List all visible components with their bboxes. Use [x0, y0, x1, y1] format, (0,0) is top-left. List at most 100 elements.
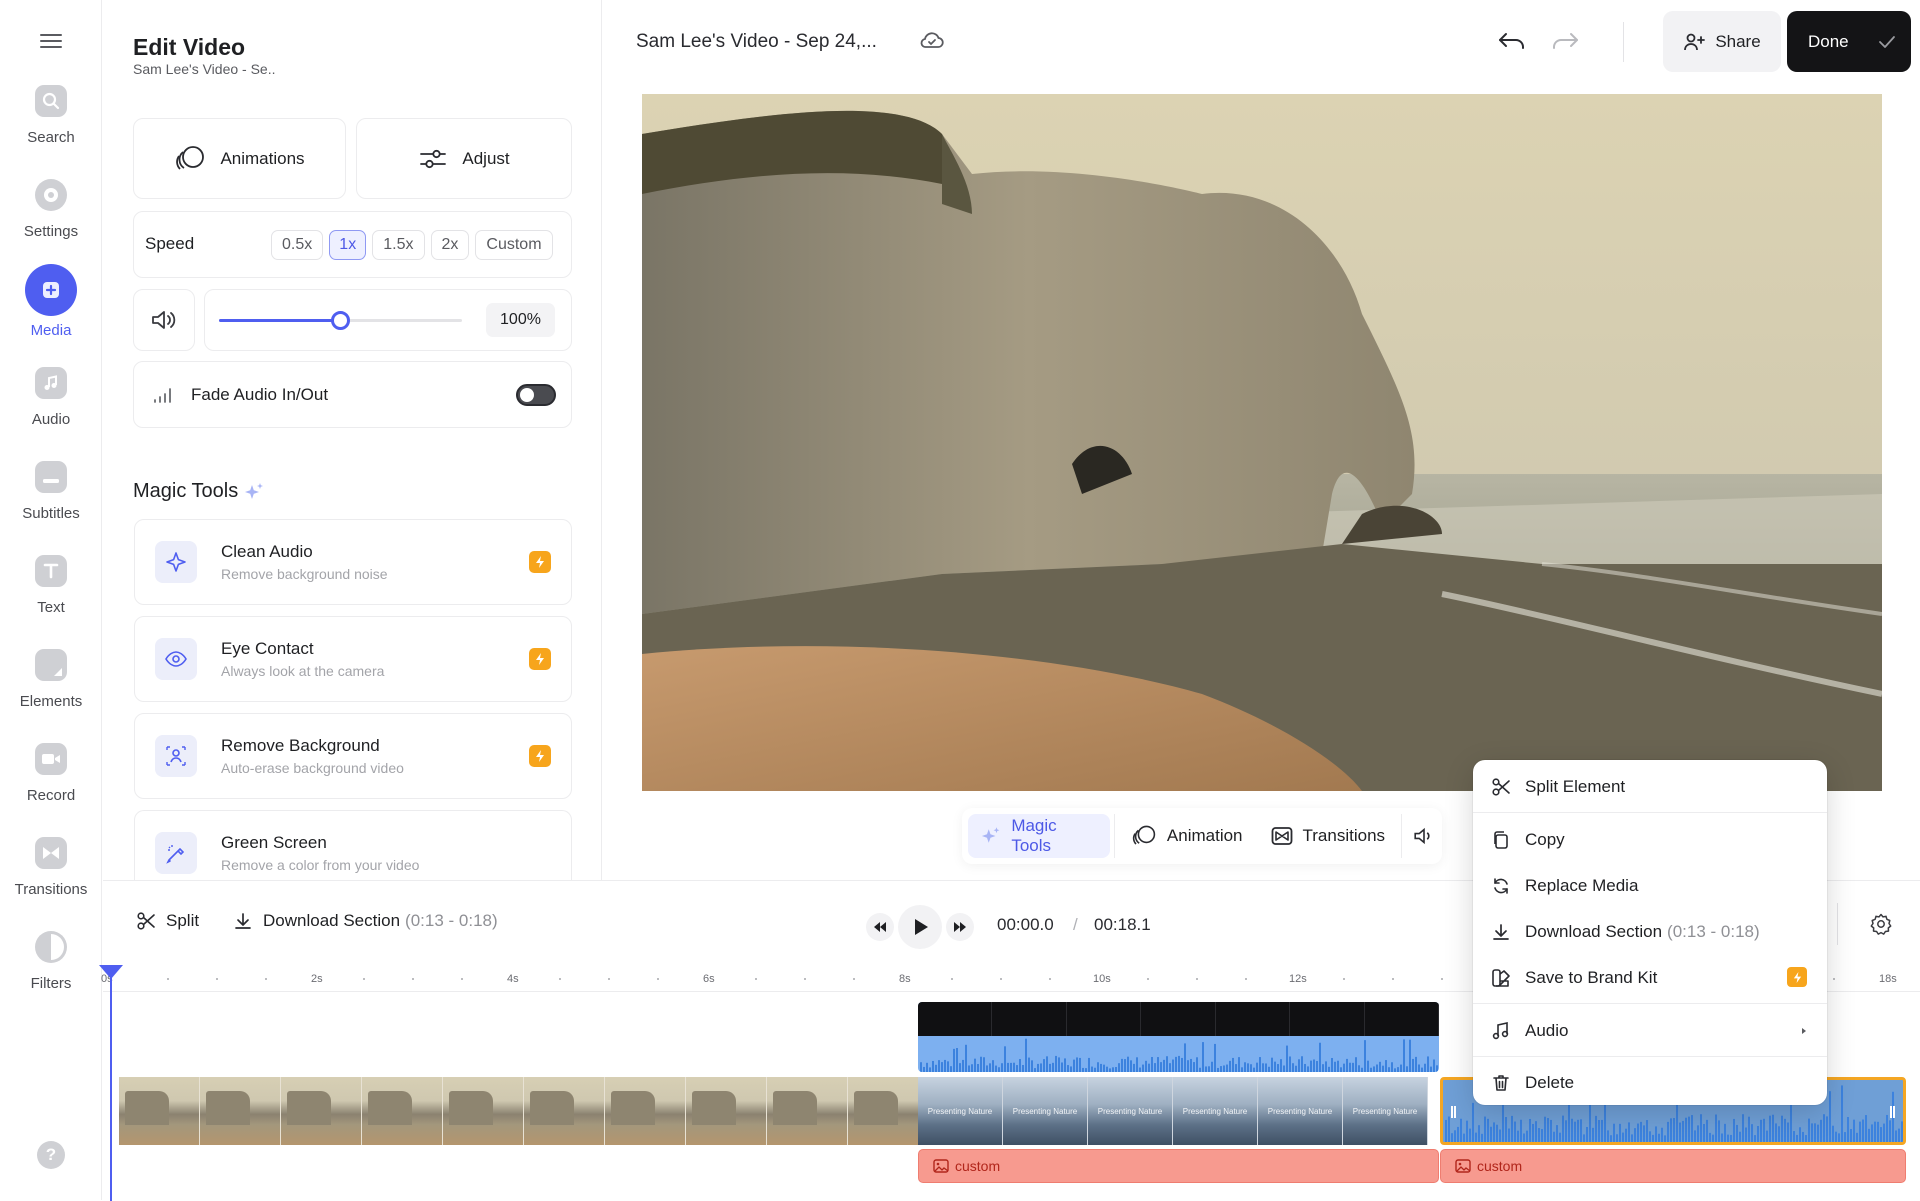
done-button[interactable]: Done [1787, 11, 1911, 72]
rail-item-label: Elements [19, 693, 83, 710]
waveform-bar [1832, 1125, 1834, 1142]
magic-tool-remove-background[interactable]: Remove Background Auto-erase background … [134, 713, 572, 799]
rail-item-audio[interactable]: Audio [0, 367, 102, 447]
waveform-bar [1655, 1126, 1657, 1142]
refresh-icon [1494, 878, 1508, 894]
waveform-bar [1658, 1133, 1660, 1142]
toggle-knob [520, 388, 534, 402]
waveform-bar [1484, 1116, 1486, 1142]
tab-magic-tools[interactable]: Magic Tools [968, 814, 1110, 858]
adjust-label[interactable]: Adjust [462, 149, 509, 169]
overlay-clip[interactable] [918, 1002, 1439, 1072]
waveform-bar [1682, 1120, 1684, 1142]
waveform-bar [1028, 1057, 1030, 1072]
volume-slider-handle[interactable] [330, 311, 350, 330]
rail-item-label: Transitions [14, 881, 88, 898]
waveform-bar [1592, 1127, 1594, 1142]
main-clip-cliffs[interactable] [119, 1077, 919, 1145]
gear-icon[interactable] [1869, 912, 1893, 936]
rail-item-record[interactable]: Record [0, 743, 102, 823]
trim-handle-right[interactable] [1890, 1106, 1895, 1118]
speed-option-0-5x[interactable]: 0.5x [271, 230, 324, 260]
download-section-button[interactable]: Download Section (0:13 - 0:18) [233, 911, 498, 931]
video-title[interactable]: Sam Lee's Video - Sep 24,... [636, 31, 877, 53]
cloud-sync-icon [920, 32, 944, 48]
trim-handle-left[interactable] [1451, 1106, 1456, 1118]
magic-tool-eye-contact[interactable]: Eye Contact Always look at the camera [134, 616, 572, 702]
tab-transitions[interactable]: Transitions [1259, 814, 1398, 858]
undo-icon[interactable] [1497, 29, 1527, 55]
waveform-bar [1460, 1118, 1462, 1142]
hamburger-menu-icon[interactable] [38, 30, 64, 52]
fast-forward-button[interactable] [946, 913, 974, 941]
rail-item-transitions[interactable]: Transitions [0, 837, 102, 917]
video-preview[interactable] [642, 94, 1882, 791]
redo-icon[interactable] [1550, 29, 1580, 55]
waveform-bar [1127, 1056, 1129, 1072]
waveform-bar [1889, 1120, 1891, 1142]
main-clip-nature[interactable]: Presenting Nature Presenting Nature Presen… [918, 1077, 1439, 1145]
waveform-bar [950, 1066, 952, 1072]
rail-item-text[interactable]: Text [0, 555, 102, 635]
rail-item-filters[interactable]: Filters [0, 931, 102, 1011]
video-tools-bar: Magic Tools Animation Transitions [962, 808, 1442, 864]
speed-option-1x[interactable]: 1x [329, 230, 367, 260]
tick-label: 2s [311, 973, 323, 985]
speed-option-custom[interactable]: Custom [475, 230, 553, 260]
thumbnail-frame [119, 1077, 200, 1145]
waveform-bar [1541, 1129, 1543, 1142]
waveform-bar [1427, 1056, 1429, 1072]
waveform-bar [1472, 1102, 1474, 1142]
toolbar-divider [1113, 814, 1115, 858]
waveform-bar [1757, 1125, 1759, 1142]
rail-item-subtitles[interactable]: Subtitles [0, 461, 102, 541]
rail-item-search[interactable]: Search [0, 85, 102, 165]
menu-item-save-brand-kit[interactable]: Save to Brand Kit [1473, 956, 1827, 1000]
rail-item-settings[interactable]: Settings [0, 179, 102, 259]
waveform-bar [1619, 1123, 1621, 1142]
rail-item-elements[interactable]: Elements [0, 649, 102, 729]
waveform-bar [1835, 1131, 1837, 1142]
rail-item-media[interactable]: Media [0, 264, 102, 344]
menu-item-audio[interactable]: Audio [1473, 1009, 1827, 1053]
playhead-line[interactable] [110, 973, 112, 1201]
frame-cliff [773, 1091, 817, 1125]
waveform-bar [1133, 1063, 1135, 1072]
menu-item-download-section[interactable]: Download Section (0:13 - 0:18) [1473, 910, 1827, 954]
rewind-button[interactable] [866, 913, 894, 941]
ruler-dot [1000, 978, 1002, 980]
menu-item-copy[interactable]: Copy [1473, 818, 1827, 862]
speed-option-2x[interactable]: 2x [430, 230, 470, 260]
waveform-bar [1880, 1127, 1882, 1142]
waveform-bar [1112, 1067, 1114, 1072]
help-button[interactable]: ? [37, 1141, 65, 1169]
share-button[interactable]: Share [1663, 11, 1781, 72]
waveform-bar [923, 1066, 925, 1072]
fade-audio-toggle[interactable] [516, 384, 556, 406]
menu-item-replace-media[interactable]: Replace Media [1473, 864, 1827, 908]
menu-item-label: Delete [1525, 1073, 1575, 1092]
menu-item-delete[interactable]: Delete [1473, 1061, 1827, 1105]
magic-tool-clean-audio[interactable]: Clean Audio Remove background noise [134, 519, 572, 605]
play-button[interactable] [898, 905, 942, 949]
adjust-button[interactable]: Adjust [356, 118, 572, 199]
menu-item-split-element[interactable]: Split Element [1473, 765, 1827, 809]
tab-animation[interactable]: Animation [1119, 814, 1255, 858]
custom-track-2[interactable]: custom [1440, 1149, 1906, 1183]
volume-tab[interactable] [1406, 814, 1442, 858]
waveform-bar [1841, 1085, 1843, 1142]
waveform-bar [1253, 1067, 1255, 1072]
waveform-bar [1628, 1122, 1630, 1142]
animations-button[interactable]: Animations [133, 118, 346, 199]
volume-value[interactable]: 100% [486, 303, 555, 337]
split-button[interactable]: Split [136, 911, 199, 931]
waveform-bar [1400, 1064, 1402, 1072]
mute-button[interactable] [133, 289, 195, 351]
speed-option-1-5x[interactable]: 1.5x [372, 230, 425, 260]
custom-track-1[interactable]: custom [918, 1149, 1439, 1183]
waveform-bar [1634, 1128, 1636, 1142]
waveform-bar [1718, 1120, 1720, 1142]
magic-tool-green-screen[interactable]: Green Screen Remove a color from your vi… [134, 810, 572, 880]
waveform-bar [1646, 1120, 1648, 1142]
thumbnail-frame [1365, 1002, 1439, 1036]
